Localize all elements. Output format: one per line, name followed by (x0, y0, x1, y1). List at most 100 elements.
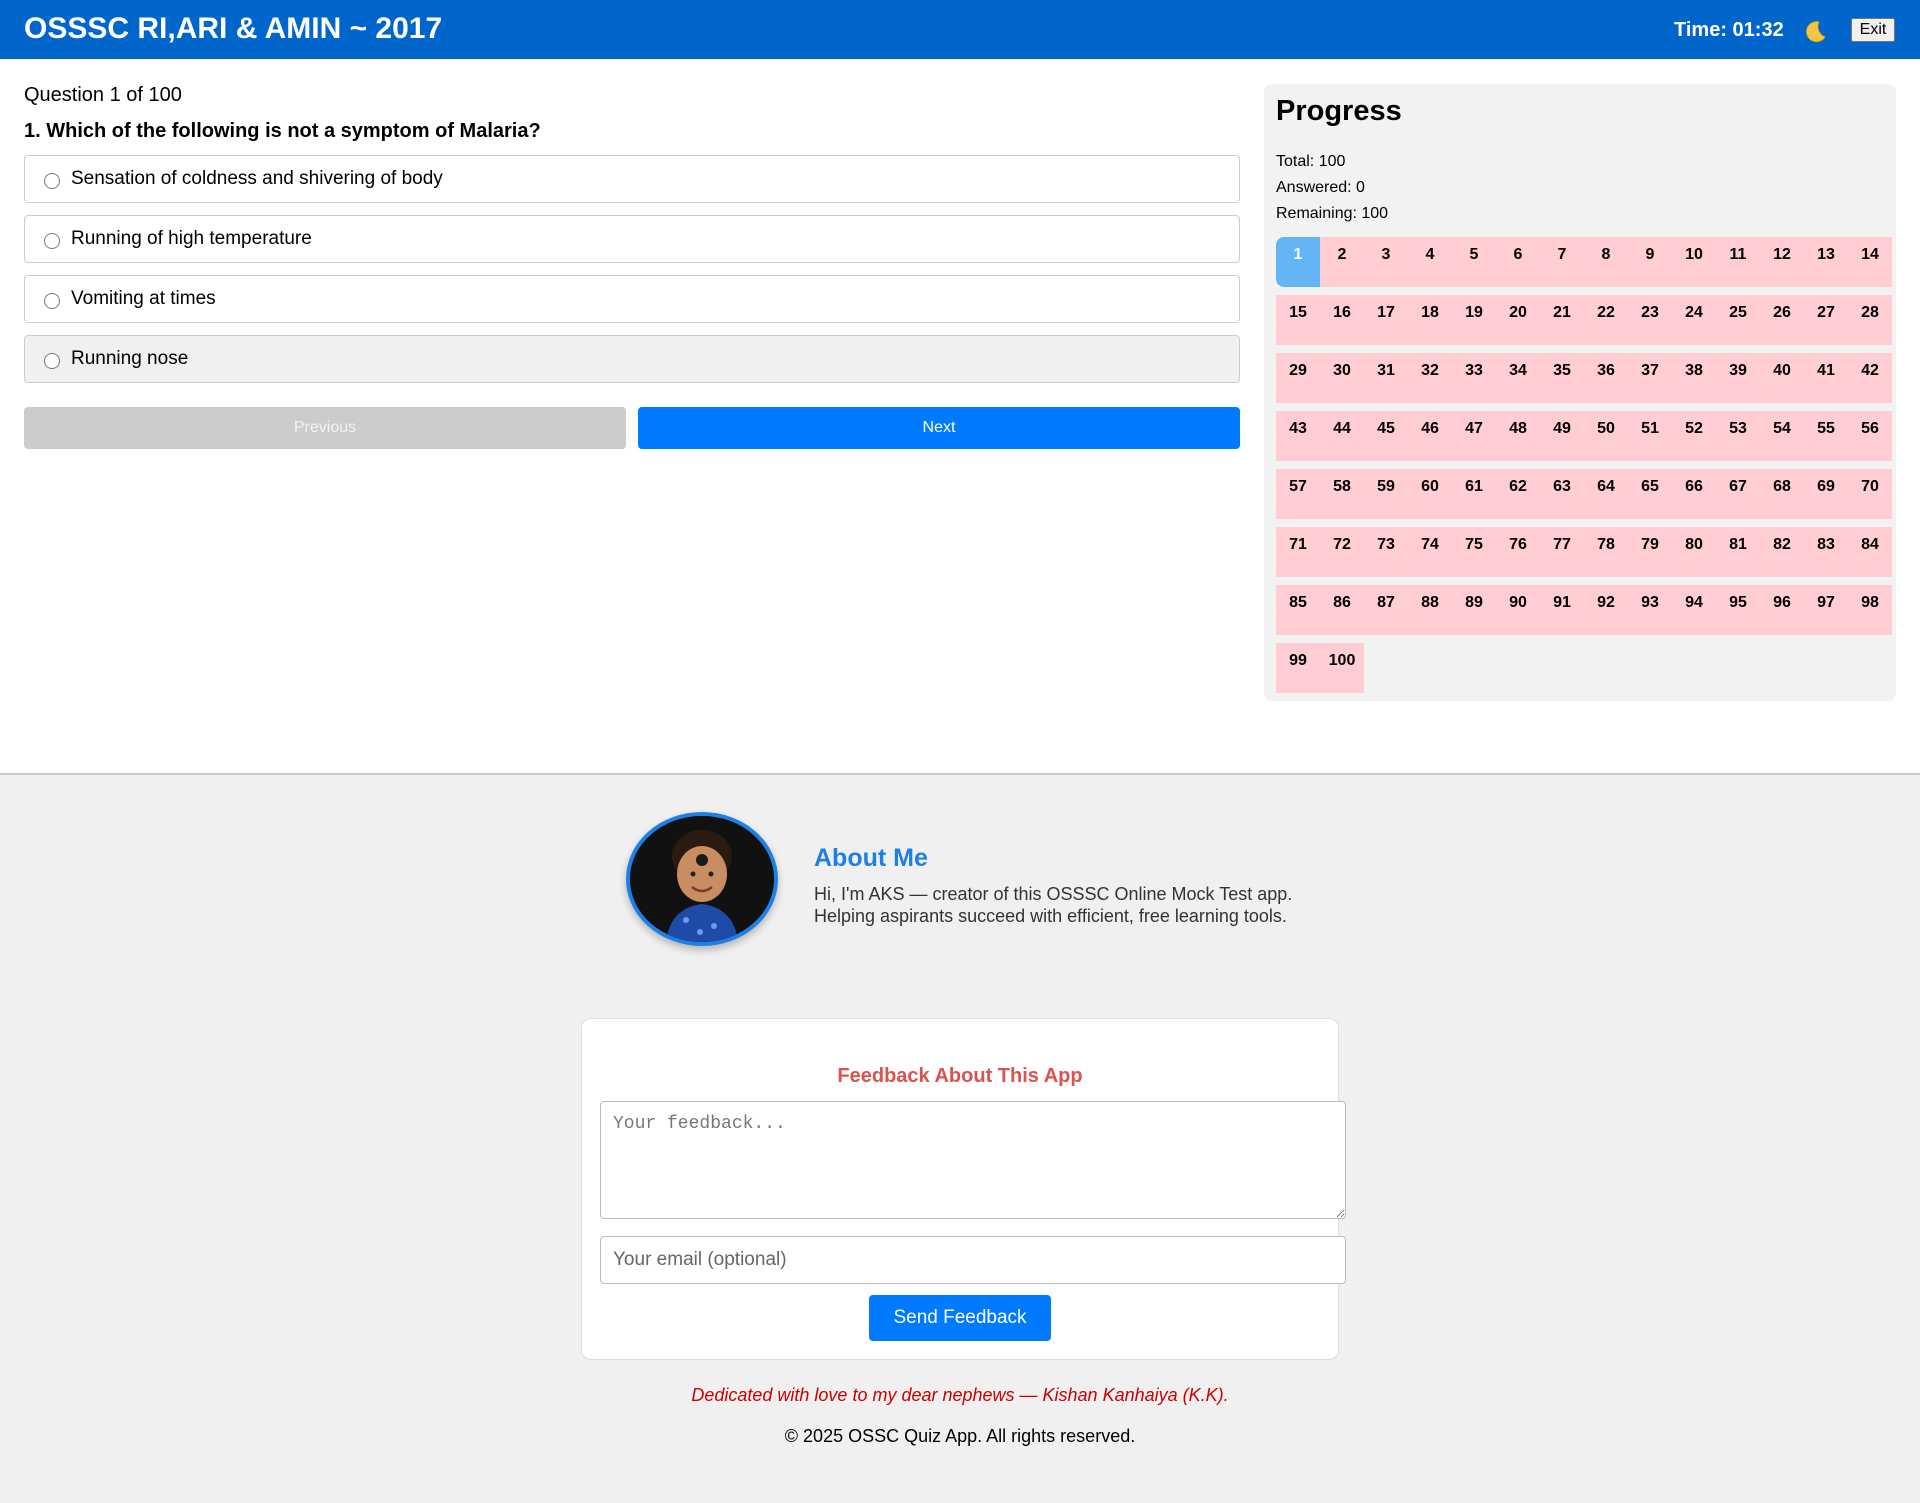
exit-button[interactable]: Exit (1851, 18, 1895, 42)
question-number-47[interactable]: 47 (1452, 411, 1496, 461)
question-number-41[interactable]: 41 (1804, 353, 1848, 403)
question-number-91[interactable]: 91 (1540, 585, 1584, 635)
question-number-22[interactable]: 22 (1584, 295, 1628, 345)
question-number-21[interactable]: 21 (1540, 295, 1584, 345)
question-number-74[interactable]: 74 (1408, 527, 1452, 577)
question-number-35[interactable]: 35 (1540, 353, 1584, 403)
question-number-49[interactable]: 49 (1540, 411, 1584, 461)
question-number-37[interactable]: 37 (1628, 353, 1672, 403)
question-number-80[interactable]: 80 (1672, 527, 1716, 577)
question-number-9[interactable]: 9 (1628, 237, 1672, 287)
question-number-44[interactable]: 44 (1320, 411, 1364, 461)
question-number-69[interactable]: 69 (1804, 469, 1848, 519)
question-number-78[interactable]: 78 (1584, 527, 1628, 577)
question-number-63[interactable]: 63 (1540, 469, 1584, 519)
question-number-32[interactable]: 32 (1408, 353, 1452, 403)
question-number-82[interactable]: 82 (1760, 527, 1804, 577)
next-button[interactable]: Next (638, 407, 1240, 449)
question-number-72[interactable]: 72 (1320, 527, 1364, 577)
question-number-62[interactable]: 62 (1496, 469, 1540, 519)
question-number-48[interactable]: 48 (1496, 411, 1540, 461)
send-feedback-button[interactable]: Send Feedback (869, 1295, 1051, 1341)
question-number-6[interactable]: 6 (1496, 237, 1540, 287)
question-number-46[interactable]: 46 (1408, 411, 1452, 461)
question-number-93[interactable]: 93 (1628, 585, 1672, 635)
question-number-96[interactable]: 96 (1760, 585, 1804, 635)
question-number-31[interactable]: 31 (1364, 353, 1408, 403)
question-number-34[interactable]: 34 (1496, 353, 1540, 403)
question-number-94[interactable]: 94 (1672, 585, 1716, 635)
question-number-33[interactable]: 33 (1452, 353, 1496, 403)
radio-button[interactable] (44, 353, 60, 369)
question-number-98[interactable]: 98 (1848, 585, 1892, 635)
question-number-24[interactable]: 24 (1672, 295, 1716, 345)
question-number-85[interactable]: 85 (1276, 585, 1320, 635)
question-number-73[interactable]: 73 (1364, 527, 1408, 577)
question-number-57[interactable]: 57 (1276, 469, 1320, 519)
question-number-50[interactable]: 50 (1584, 411, 1628, 461)
question-number-67[interactable]: 67 (1716, 469, 1760, 519)
question-number-53[interactable]: 53 (1716, 411, 1760, 461)
question-number-4[interactable]: 4 (1408, 237, 1452, 287)
question-number-64[interactable]: 64 (1584, 469, 1628, 519)
question-number-29[interactable]: 29 (1276, 353, 1320, 403)
question-number-77[interactable]: 77 (1540, 527, 1584, 577)
question-number-43[interactable]: 43 (1276, 411, 1320, 461)
question-number-18[interactable]: 18 (1408, 295, 1452, 345)
question-number-65[interactable]: 65 (1628, 469, 1672, 519)
question-number-59[interactable]: 59 (1364, 469, 1408, 519)
question-number-28[interactable]: 28 (1848, 295, 1892, 345)
question-number-12[interactable]: 12 (1760, 237, 1804, 287)
question-number-88[interactable]: 88 (1408, 585, 1452, 635)
question-number-97[interactable]: 97 (1804, 585, 1848, 635)
question-number-5[interactable]: 5 (1452, 237, 1496, 287)
question-number-100[interactable]: 100 (1320, 643, 1364, 693)
question-number-40[interactable]: 40 (1760, 353, 1804, 403)
question-number-13[interactable]: 13 (1804, 237, 1848, 287)
radio-button[interactable] (44, 173, 60, 189)
question-number-17[interactable]: 17 (1364, 295, 1408, 345)
question-number-79[interactable]: 79 (1628, 527, 1672, 577)
question-number-20[interactable]: 20 (1496, 295, 1540, 345)
question-number-89[interactable]: 89 (1452, 585, 1496, 635)
radio-button[interactable] (44, 233, 60, 249)
question-number-45[interactable]: 45 (1364, 411, 1408, 461)
question-number-51[interactable]: 51 (1628, 411, 1672, 461)
question-number-27[interactable]: 27 (1804, 295, 1848, 345)
question-number-11[interactable]: 11 (1716, 237, 1760, 287)
question-number-3[interactable]: 3 (1364, 237, 1408, 287)
question-number-14[interactable]: 14 (1848, 237, 1892, 287)
question-number-42[interactable]: 42 (1848, 353, 1892, 403)
question-number-56[interactable]: 56 (1848, 411, 1892, 461)
question-number-87[interactable]: 87 (1364, 585, 1408, 635)
question-number-55[interactable]: 55 (1804, 411, 1848, 461)
question-number-58[interactable]: 58 (1320, 469, 1364, 519)
feedback-textarea[interactable] (600, 1101, 1346, 1219)
question-number-76[interactable]: 76 (1496, 527, 1540, 577)
question-number-60[interactable]: 60 (1408, 469, 1452, 519)
radio-button[interactable] (44, 293, 60, 309)
question-number-68[interactable]: 68 (1760, 469, 1804, 519)
question-number-15[interactable]: 15 (1276, 295, 1320, 345)
question-number-99[interactable]: 99 (1276, 643, 1320, 693)
question-number-52[interactable]: 52 (1672, 411, 1716, 461)
question-number-71[interactable]: 71 (1276, 527, 1320, 577)
question-number-75[interactable]: 75 (1452, 527, 1496, 577)
option-2[interactable]: Running of high temperature (24, 215, 1240, 263)
question-number-92[interactable]: 92 (1584, 585, 1628, 635)
question-number-36[interactable]: 36 (1584, 353, 1628, 403)
question-number-8[interactable]: 8 (1584, 237, 1628, 287)
question-number-26[interactable]: 26 (1760, 295, 1804, 345)
question-number-86[interactable]: 86 (1320, 585, 1364, 635)
question-number-54[interactable]: 54 (1760, 411, 1804, 461)
question-number-10[interactable]: 10 (1672, 237, 1716, 287)
question-number-70[interactable]: 70 (1848, 469, 1892, 519)
question-number-84[interactable]: 84 (1848, 527, 1892, 577)
question-number-19[interactable]: 19 (1452, 295, 1496, 345)
previous-button[interactable]: Previous (24, 407, 626, 449)
question-number-2[interactable]: 2 (1320, 237, 1364, 287)
question-number-81[interactable]: 81 (1716, 527, 1760, 577)
moon-icon[interactable] (1800, 16, 1830, 46)
question-number-83[interactable]: 83 (1804, 527, 1848, 577)
question-number-39[interactable]: 39 (1716, 353, 1760, 403)
